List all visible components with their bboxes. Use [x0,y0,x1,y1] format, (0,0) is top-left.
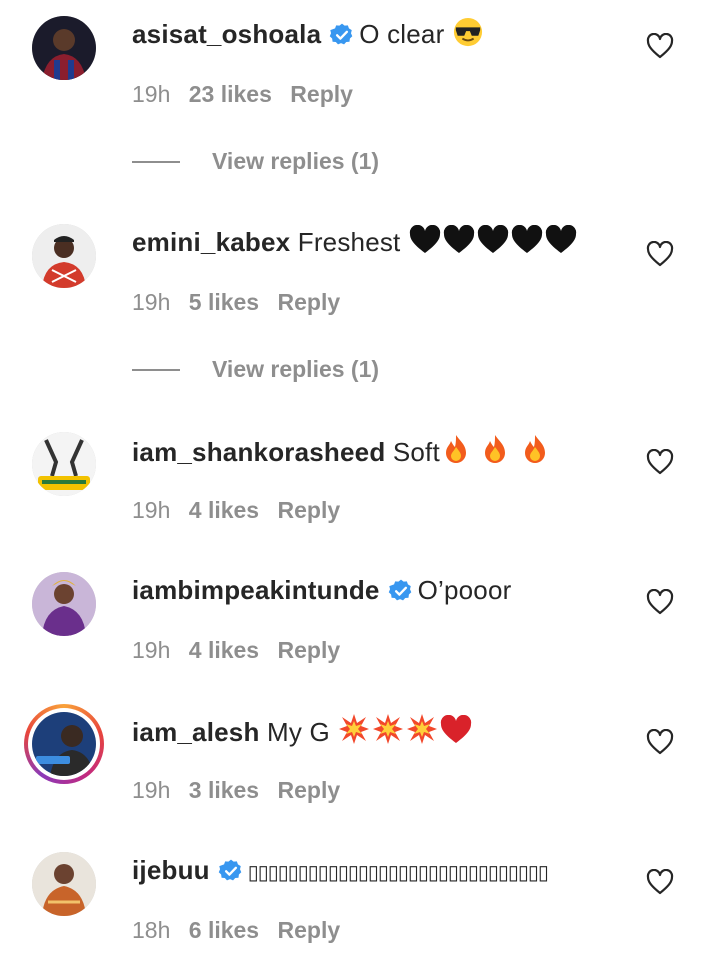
comment-item: emini_kabex Freshest 19h 5 likes Reply V… [0,208,710,408]
avatar-story-ring[interactable] [24,704,104,784]
comment-meta: 18h 6 likes Reply [132,915,352,945]
view-replies-label: View replies (1) [212,148,380,174]
like-heart-icon[interactable] [646,729,674,755]
likes-count[interactable]: 4 likes [189,637,259,663]
like-heart-icon[interactable] [646,589,674,615]
reply-button[interactable]: Reply [278,497,341,523]
comment-item: iam_alesh My G 19h 3 likes Reply [0,696,710,836]
reply-button[interactable]: Reply [278,637,341,663]
red-heart-emoji [441,715,472,743]
like-heart-icon[interactable] [646,241,674,267]
timestamp: 19h [132,81,171,107]
comment-item: asisat_oshoala O clear 19h 23 likes Reply… [0,0,710,200]
collision-emoji [339,714,370,744]
timestamp: 19h [132,637,171,663]
username[interactable]: iam_shankorasheed [132,437,385,467]
emoji-group [337,714,473,747]
fire-emoji [445,435,466,463]
comment-item: ijebuu ▯▯▯▯▯▯▯▯▯▯▯▯▯▯▯▯▯▯▯▯▯▯▯▯▯▯▯▯▯▯ 18h… [0,836,710,961]
timestamp: 19h [132,497,171,523]
emoji-group [440,435,551,467]
reply-button[interactable]: Reply [278,777,341,803]
comment-text: My G [267,717,338,747]
comment-text: Soft [392,437,440,467]
username[interactable]: iam_alesh [132,717,260,747]
comment-item: iambimpeakintunde O’pooor 19h 4 likes Rep… [0,556,710,696]
like-heart-icon[interactable] [646,869,674,895]
username[interactable]: asisat_oshoala [132,19,321,49]
reply-button[interactable]: Reply [290,81,353,107]
black-heart-emoji [545,225,577,253]
likes-count[interactable]: 23 likes [189,81,272,107]
comment-meta: 19h 23 likes Reply [132,79,365,109]
replies-divider [132,369,180,371]
comment-line: ijebuu ▯▯▯▯▯▯▯▯▯▯▯▯▯▯▯▯▯▯▯▯▯▯▯▯▯▯▯▯▯▯ [132,853,549,890]
timestamp: 19h [132,289,171,315]
avatar[interactable] [32,852,96,916]
timestamp: 18h [132,917,171,943]
avatar[interactable] [32,572,96,636]
verified-badge-icon [388,579,411,601]
like-heart-icon[interactable] [646,33,674,59]
sunglasses-emoji [453,17,482,47]
comment-item: iam_shankorasheed Soft 19h 4 likes Reply [0,416,710,556]
username[interactable]: iambimpeakintunde [132,575,380,605]
verified-badge-icon [329,23,353,45]
comment-text: ▯▯▯▯▯▯▯▯▯▯▯▯▯▯▯▯▯▯▯▯▯▯▯▯▯▯▯▯▯▯ [247,862,549,884]
fire-emoji [524,435,545,463]
fire-emoji [485,435,506,463]
black-heart-emoji [409,225,441,253]
comment-line: iambimpeakintunde O’pooor [132,573,511,607]
comment-line: iam_alesh My G [132,713,473,749]
comment-meta: 19h 4 likes Reply [132,635,352,665]
emoji-group [408,225,578,257]
black-heart-emoji [511,225,543,253]
reply-button[interactable]: Reply [278,917,341,943]
comment-text: O’pooor [417,575,512,605]
black-heart-emoji [477,225,509,253]
like-heart-icon[interactable] [646,449,674,475]
collision-emoji [407,714,438,744]
comment-meta: 19h 5 likes Reply [132,287,352,317]
black-heart-emoji [443,225,475,253]
likes-count[interactable]: 3 likes [189,777,259,803]
avatar[interactable] [32,432,96,496]
comment-text: O clear [359,19,452,49]
comment-line: asisat_oshoala O clear [132,17,484,51]
reply-button[interactable]: Reply [278,289,341,315]
likes-count[interactable]: 4 likes [189,497,259,523]
comment-line: iam_shankorasheed Soft [132,433,551,469]
username[interactable]: ijebuu [132,855,210,885]
username[interactable]: emini_kabex [132,227,290,257]
likes-count[interactable]: 5 likes [189,289,259,315]
replies-divider [132,161,180,163]
avatar[interactable] [32,16,96,80]
avatar[interactable] [32,224,96,288]
comment-text: Freshest [297,227,408,257]
view-replies-label: View replies (1) [212,356,380,382]
likes-count[interactable]: 6 likes [189,917,259,943]
timestamp: 19h [132,777,171,803]
verified-badge-icon [218,859,242,881]
collision-emoji [373,714,404,744]
comment-meta: 19h 4 likes Reply [132,495,352,525]
comment-line: emini_kabex Freshest [132,225,578,259]
comment-meta: 19h 3 likes Reply [132,775,352,805]
